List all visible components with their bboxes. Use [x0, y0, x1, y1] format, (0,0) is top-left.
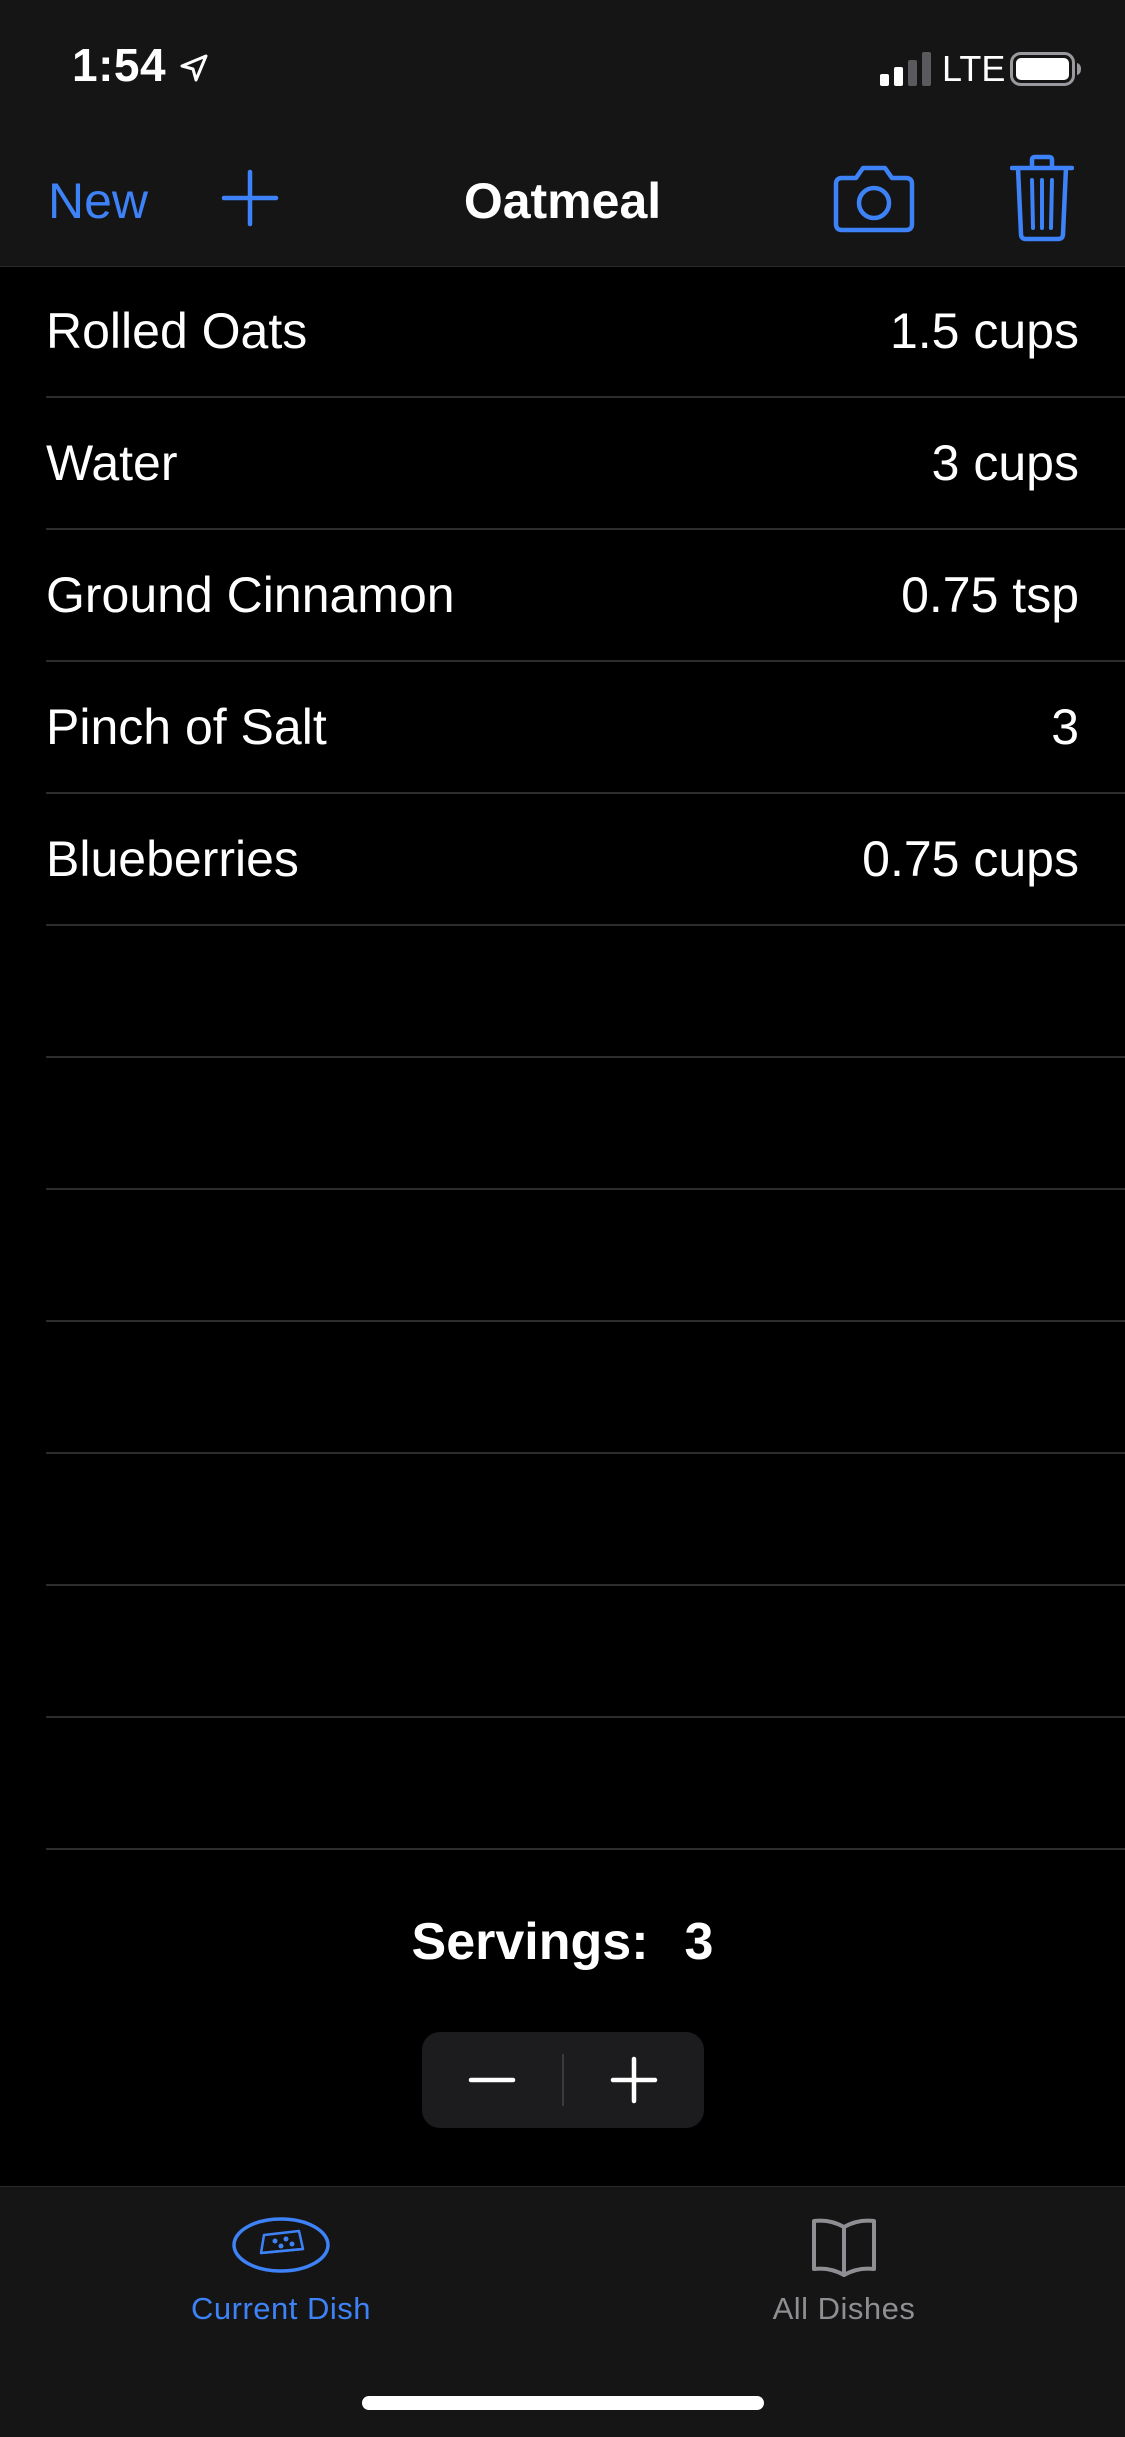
ingredient-name: Blueberries: [46, 831, 299, 887]
servings-display: Servings: 3: [0, 1912, 1125, 1972]
tab-label: All Dishes: [772, 2291, 916, 2326]
trash-icon[interactable]: [1010, 154, 1074, 242]
ingredient-quantity: 3 cups: [931, 435, 1079, 491]
battery-icon: [1010, 52, 1081, 86]
empty-ingredient-row[interactable]: [46, 1322, 1125, 1454]
ingredient-list: Rolled Oats 1.5 cups Water 3 cups Ground…: [0, 266, 1125, 1850]
minus-icon: [468, 2077, 516, 2083]
empty-ingredient-row[interactable]: [46, 1190, 1125, 1322]
servings-value: 3: [684, 1913, 714, 1971]
empty-ingredient-row[interactable]: [46, 1058, 1125, 1190]
new-button[interactable]: New: [48, 172, 148, 230]
ingredient-name: Rolled Oats: [46, 303, 308, 359]
status-bar: 1:54 LTE: [0, 0, 1125, 132]
empty-ingredient-row[interactable]: [46, 1586, 1125, 1718]
ingredient-name: Water: [46, 435, 178, 491]
ingredient-name: Ground Cinnamon: [46, 567, 455, 623]
home-indicator[interactable]: [362, 2396, 764, 2410]
ingredient-quantity: 0.75 cups: [862, 831, 1079, 887]
location-arrow-icon: [180, 54, 208, 82]
increment-servings-button[interactable]: [564, 2032, 704, 2128]
plus-icon[interactable]: [220, 168, 280, 228]
ingredient-name: Pinch of Salt: [46, 699, 327, 755]
camera-icon[interactable]: [832, 160, 916, 236]
cellular-signal-icon: [880, 52, 931, 86]
dish-icon: [232, 2217, 330, 2273]
ingredient-row[interactable]: Blueberries 0.75 cups: [46, 794, 1125, 926]
network-label: LTE: [942, 48, 1006, 89]
ingredient-quantity: 3: [1051, 699, 1079, 755]
ingredient-row[interactable]: Rolled Oats 1.5 cups: [46, 266, 1125, 398]
servings-label: Servings:: [411, 1913, 649, 1971]
tab-label: Current Dish: [191, 2291, 371, 2326]
decrement-servings-button[interactable]: [422, 2032, 562, 2128]
status-time: 1:54: [72, 39, 167, 91]
book-icon: [812, 2218, 876, 2277]
servings-stepper: [422, 2032, 704, 2128]
ingredient-quantity: 0.75 tsp: [901, 567, 1079, 623]
ingredient-quantity: 1.5 cups: [889, 303, 1079, 359]
ingredient-row[interactable]: Pinch of Salt 3: [46, 662, 1125, 794]
page-title: Oatmeal: [463, 173, 662, 229]
tab-current-dish[interactable]: Current Dish: [0, 2187, 562, 2337]
empty-ingredient-row[interactable]: [46, 926, 1125, 1058]
ingredient-row[interactable]: Ground Cinnamon 0.75 tsp: [46, 530, 1125, 662]
ingredient-row[interactable]: Water 3 cups: [46, 398, 1125, 530]
navigation-bar: New Oatmeal: [0, 132, 1125, 267]
tab-all-dishes[interactable]: All Dishes: [563, 2187, 1125, 2337]
plus-icon: [610, 2056, 658, 2104]
empty-ingredient-row[interactable]: [46, 1718, 1125, 1850]
empty-ingredient-row[interactable]: [46, 1454, 1125, 1586]
